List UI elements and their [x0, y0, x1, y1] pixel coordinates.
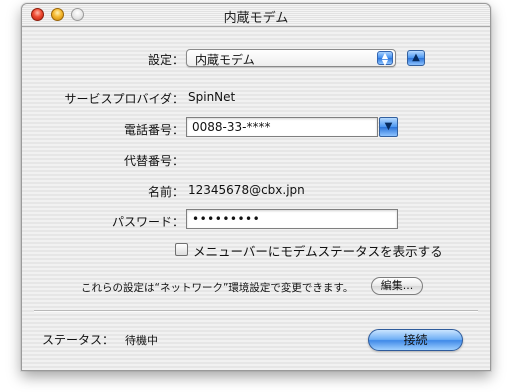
- menubar-status-checkbox[interactable]: [175, 243, 188, 256]
- password-field[interactable]: •••••••••: [186, 209, 398, 229]
- up-down-arrows-icon: ▲ ▼: [377, 51, 393, 67]
- provider-label: サービスプロバイダ：: [64, 92, 184, 106]
- provider-value: SpinNet: [188, 90, 236, 104]
- modem-window: 内蔵モデム 設定： 内蔵モデム ▲ ▼ ▲ サービスプロバイダ： SpinNet …: [21, 3, 491, 371]
- status-label: ステータス：: [42, 333, 115, 347]
- disclosure-triangle-up-icon[interactable]: ▲: [407, 50, 425, 66]
- name-label: 名前：: [147, 185, 184, 199]
- connect-button[interactable]: 接続: [368, 329, 463, 351]
- password-label: パスワード：: [111, 215, 184, 229]
- name-value: 12345678@cbx.jpn: [188, 183, 305, 197]
- phone-value: 0088-33-****: [192, 120, 271, 134]
- settings-value: 内蔵モデム: [195, 53, 255, 67]
- network-note: これらの設定は“ネットワーク”環境設定で変更できます。: [81, 282, 354, 294]
- phone-label: 電話番号：: [123, 123, 184, 137]
- edit-button[interactable]: 編集...: [371, 277, 423, 295]
- phone-combobox[interactable]: 0088-33-****: [186, 117, 378, 137]
- alt-phone-label: 代替番号：: [123, 154, 184, 168]
- divider: [34, 310, 478, 312]
- title-bar[interactable]: 内蔵モデム: [22, 4, 490, 27]
- window-title: 内蔵モデム: [223, 11, 289, 26]
- phone-dropdown-triangle-down-icon[interactable]: ▼: [379, 117, 398, 137]
- status-value: 待機中: [125, 334, 158, 347]
- settings-label: 設定：: [147, 53, 184, 67]
- password-value: •••••••••: [192, 212, 261, 226]
- settings-popup[interactable]: 内蔵モデム ▲ ▼: [186, 49, 396, 67]
- menubar-status-label[interactable]: メニューバーにモデムステータスを表示する: [193, 241, 443, 260]
